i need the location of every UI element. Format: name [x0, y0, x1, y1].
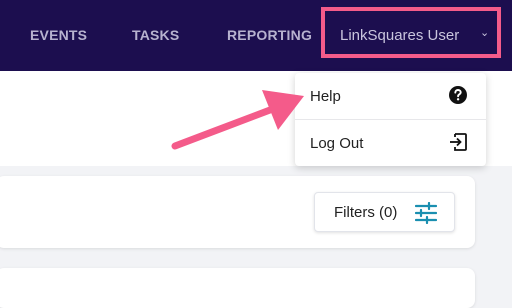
annotation-arrow-icon [171, 90, 304, 150]
